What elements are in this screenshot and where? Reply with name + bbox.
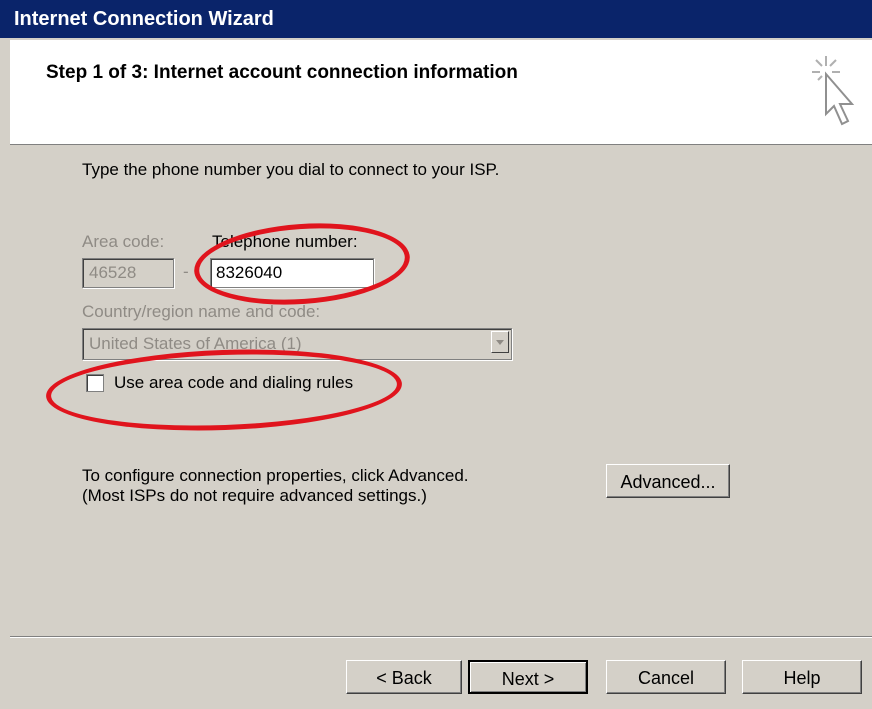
wizard-cursor-icon bbox=[812, 56, 855, 126]
wizard-window: Internet Connection Wizard Step 1 of 3: … bbox=[0, 0, 872, 709]
annotation-circle-phone bbox=[191, 216, 413, 312]
cancel-button[interactable]: Cancel bbox=[606, 660, 726, 694]
advanced-info-line2: (Most ISPs do not require advanced setti… bbox=[82, 486, 427, 505]
window-title: Internet Connection Wizard bbox=[14, 8, 274, 30]
chevron-down-icon bbox=[496, 340, 504, 345]
next-button[interactable]: Next > bbox=[468, 660, 588, 694]
back-button[interactable]: < Back bbox=[346, 660, 462, 694]
advanced-info-line1: To configure connection properties, clic… bbox=[82, 466, 469, 485]
area-code-field: 46528 bbox=[82, 258, 174, 288]
advanced-button[interactable]: Advanced... bbox=[606, 464, 730, 498]
step-title: Step 1 of 3: Internet account connection… bbox=[46, 62, 518, 83]
dropdown-arrow-button bbox=[491, 331, 509, 353]
footer-separator bbox=[10, 636, 872, 638]
title-bar: Internet Connection Wizard bbox=[0, 0, 872, 38]
instruction-text: Type the phone number you dial to connec… bbox=[82, 160, 500, 179]
area-code-value: 46528 bbox=[89, 263, 137, 282]
wizard-header: Step 1 of 3: Internet account connection… bbox=[10, 40, 872, 145]
help-button[interactable]: Help bbox=[742, 660, 862, 694]
country-label: Country/region name and code: bbox=[82, 302, 321, 321]
dash-separator: - bbox=[183, 262, 189, 281]
advanced-info-text: To configure connection properties, clic… bbox=[82, 466, 469, 506]
area-code-label: Area code: bbox=[82, 232, 165, 251]
